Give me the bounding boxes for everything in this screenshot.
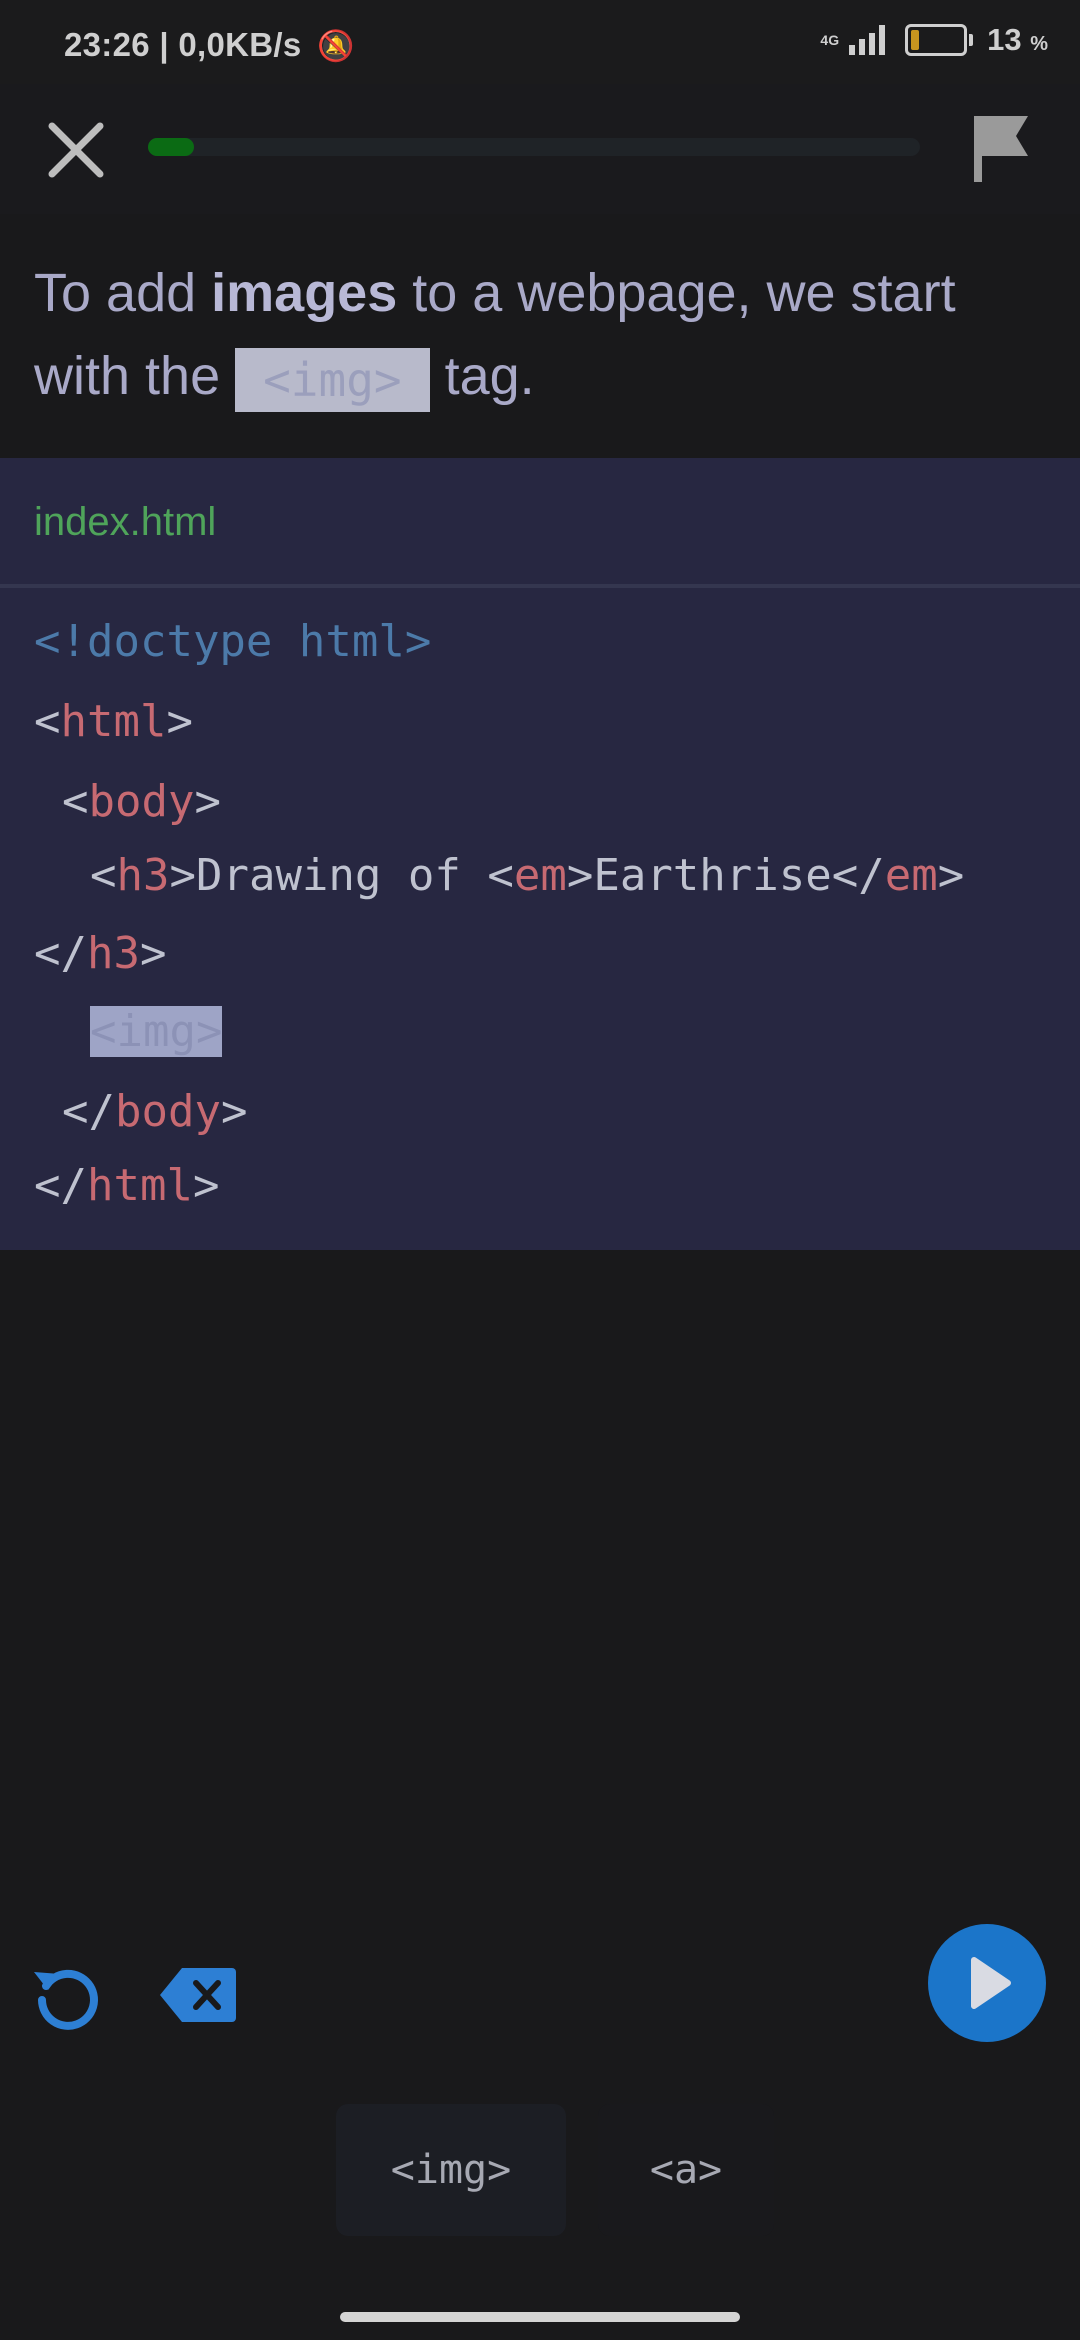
code-doctype: <!doctype html> (34, 616, 432, 667)
code-tag: body (114, 1086, 221, 1137)
lesson-progress-bar (148, 138, 920, 156)
code-token: </ (62, 1086, 115, 1137)
editor-controls (0, 1900, 1080, 2080)
code-line-2: <html> (34, 696, 193, 747)
lesson-progress-fill (148, 138, 195, 156)
reset-icon (34, 1969, 98, 2030)
backspace-button[interactable] (160, 1966, 236, 2024)
code-token: > (937, 850, 965, 901)
reset-button[interactable] (30, 1960, 104, 2034)
code-text: >Drawing of < (169, 850, 514, 901)
code-token: </ (34, 928, 87, 979)
code-editor: index.html <!doctype html> <html> <body>… (0, 458, 1080, 1250)
home-indicator[interactable] (340, 2312, 740, 2322)
code-token: < (34, 696, 61, 747)
bell-muted-icon: 🔕 (317, 30, 355, 63)
instruction-part3: tag. (429, 346, 535, 406)
code-token: > (194, 776, 221, 827)
code-token: </ (34, 1160, 87, 1211)
instruction-code-highlight: <img> (235, 347, 430, 412)
code-line-8: </html> (34, 1160, 219, 1211)
code-token: < (90, 850, 117, 901)
code-line-3: <body> (62, 776, 221, 827)
answer-chip-img[interactable]: <img> (336, 2104, 566, 2236)
status-time-speed: 23:26 | 0,0KB/s (64, 26, 302, 63)
code-token: < (62, 776, 89, 827)
close-button[interactable] (40, 114, 112, 186)
battery-percent: 13 (987, 22, 1022, 57)
code-tag: html (86, 1160, 193, 1211)
instruction-text: To add images to a webpage, we start wit… (34, 252, 1044, 418)
code-line-5: </h3> (34, 928, 166, 979)
file-tab: index.html (0, 458, 1080, 588)
code-line-7: </body> (62, 1086, 247, 1137)
code-line-4: <h3>Drawing of <em>Earthrise</em> (90, 850, 964, 901)
code-tag: h3 (116, 850, 170, 901)
answer-chip-a[interactable]: <a> (598, 2104, 774, 2236)
code-line-6: <img> (90, 1006, 223, 1057)
close-icon (48, 122, 104, 178)
file-name: index.html (34, 500, 217, 544)
network-type: 4G (820, 32, 840, 48)
code-token: > (166, 696, 193, 747)
signal-icon (849, 25, 886, 55)
code-line-1: <!doctype html> (34, 616, 431, 667)
code-token: > (220, 1086, 248, 1137)
code-answer-slot[interactable]: <img> (90, 1006, 223, 1057)
code-tag: body (88, 776, 195, 827)
flag-icon (974, 116, 1028, 182)
status-left: 23:26 | 0,0KB/s 🔕 (64, 26, 355, 64)
battery-icon (905, 24, 974, 56)
run-button[interactable] (928, 1924, 1046, 2042)
instruction-bold: images (211, 263, 398, 323)
code-tag: html (60, 696, 167, 747)
code-tag: em (884, 850, 938, 901)
code-token: > (139, 928, 167, 979)
code-token: > (192, 1160, 220, 1211)
battery-unit: % (1030, 33, 1048, 55)
code-tag: em (513, 850, 567, 901)
play-icon (971, 1957, 1011, 2009)
status-bar: 23:26 | 0,0KB/s 🔕 4G 13 % (0, 0, 1080, 84)
instruction-part1: To add (34, 263, 212, 323)
status-right: 4G 13 % (820, 22, 1048, 58)
backspace-icon (160, 1968, 236, 2022)
battery-percent-text: 13 % (987, 22, 1048, 58)
code-text: >Earthrise</ (566, 850, 885, 901)
code-tag: h3 (86, 928, 140, 979)
report-flag-button[interactable] (968, 110, 1038, 186)
